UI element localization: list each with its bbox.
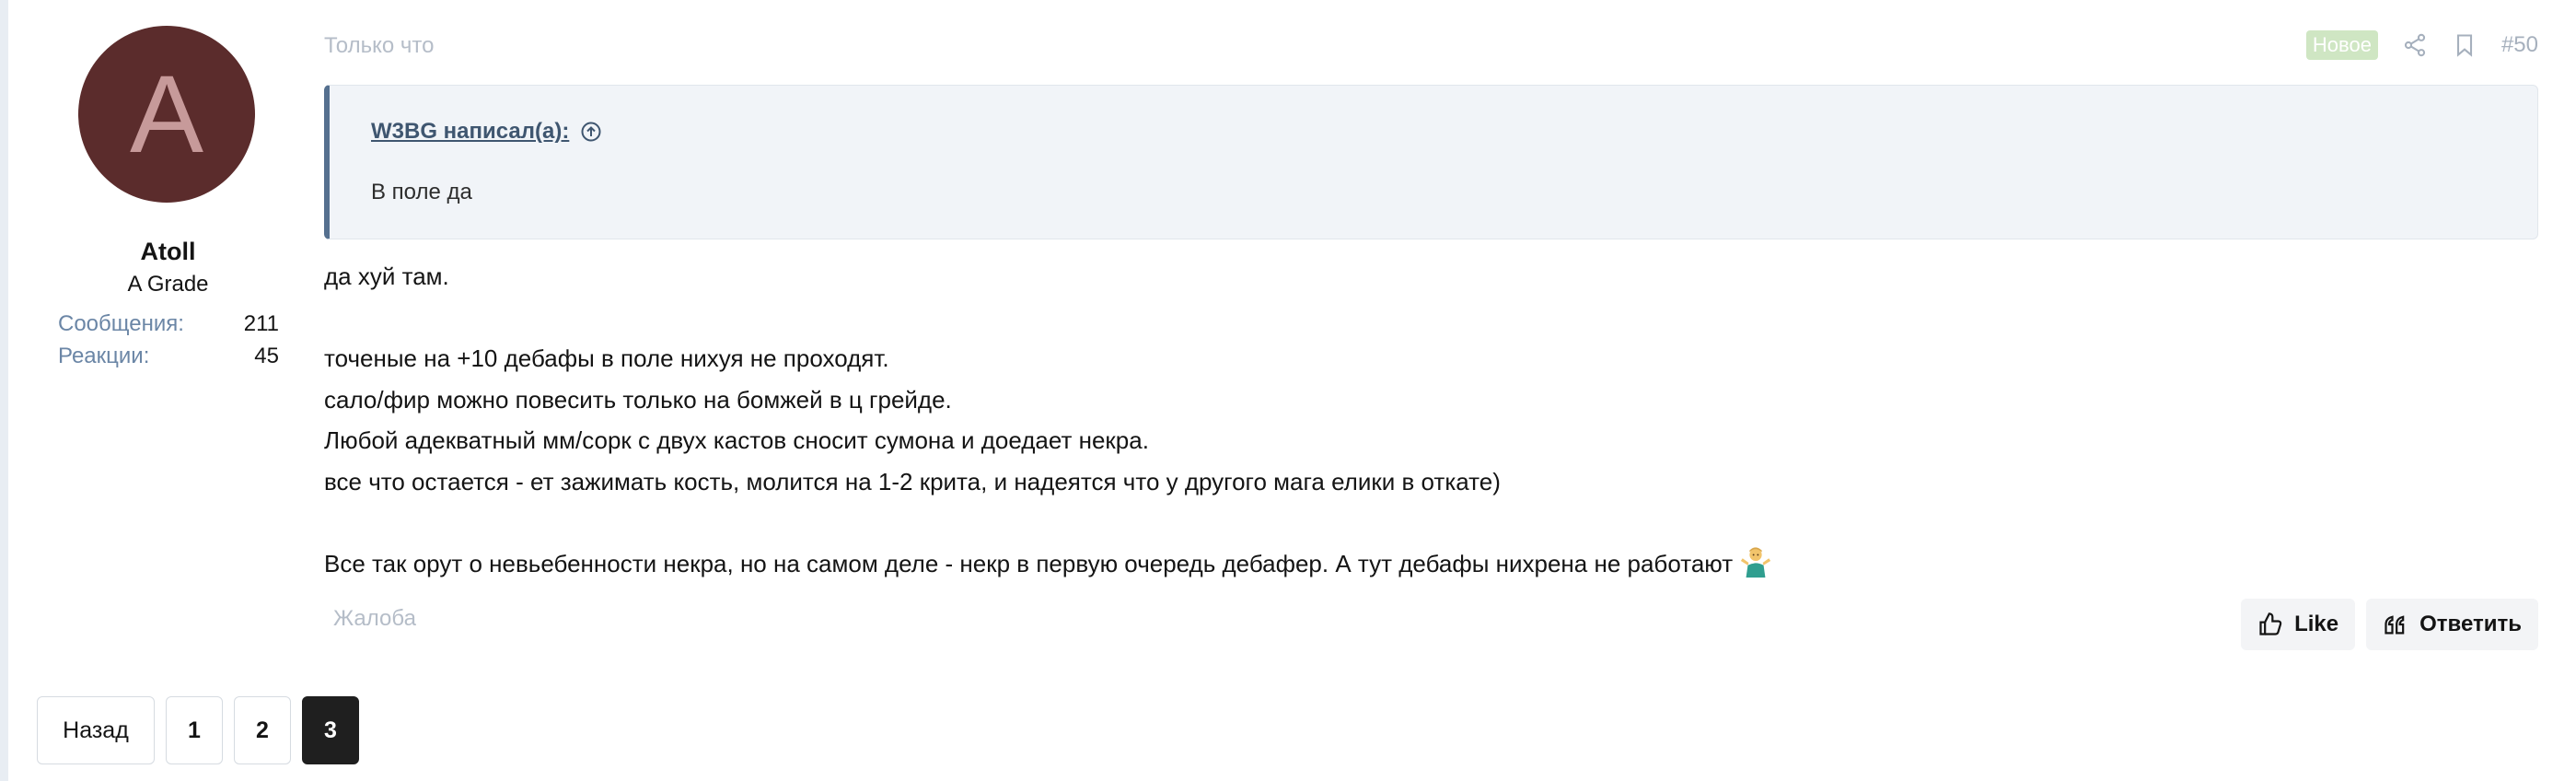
- post-line: сало/фир можно повесить только на бомжей…: [324, 385, 952, 414]
- post-line: [324, 502, 2538, 543]
- post-line-last: Все так орут о невьебенности некра, но н…: [324, 543, 2538, 585]
- stat-value: 211: [243, 311, 279, 336]
- post-line: да хуй там.: [324, 262, 449, 290]
- new-badge: Новое: [2305, 30, 2378, 60]
- report-link[interactable]: Жалоба: [333, 606, 416, 632]
- post-tools: Новое #50: [2305, 30, 2538, 60]
- post-line: все что остается - ет зажимать кость, мо…: [324, 467, 1501, 495]
- user-title: A Grade: [127, 272, 209, 297]
- username[interactable]: Atoll: [37, 238, 299, 266]
- quote-block: W3BG написал(а): В поле да: [324, 85, 2538, 239]
- reply-label: Ответить: [2419, 612, 2522, 636]
- prev-page-button[interactable]: Назад: [37, 696, 155, 764]
- post-line: точеные на +10 дебафы в поле нихуя не пр…: [324, 344, 889, 372]
- avatar-letter: A: [129, 52, 204, 176]
- bookmark-icon[interactable]: [2452, 32, 2477, 58]
- page-button-1[interactable]: 1: [166, 696, 223, 764]
- stat-reactions: Реакции: 45: [58, 344, 279, 369]
- quote-author-text: W3BG написал(а):: [371, 119, 570, 144]
- post-body: да хуй там. точеные на +10 дебафы в поле…: [324, 256, 2538, 584]
- page-button-3-current[interactable]: 3: [302, 696, 359, 764]
- post-line: Любой адекватный мм/сорк с двух кастов с…: [324, 426, 1149, 454]
- stat-value: 45: [254, 344, 279, 368]
- share-icon[interactable]: [2402, 32, 2428, 58]
- stat-label: Сообщения:: [58, 311, 184, 336]
- avatar[interactable]: A: [78, 26, 255, 203]
- post-time[interactable]: Только что: [324, 33, 434, 59]
- reply-button[interactable]: Ответить: [2366, 599, 2538, 650]
- post-line-text: Все так орут о невьебенности некра, но н…: [324, 549, 1734, 577]
- stat-label: Реакции:: [58, 344, 150, 368]
- arrow-up-circle-icon[interactable]: [580, 121, 602, 143]
- like-label: Like: [2294, 612, 2339, 636]
- page-button-2[interactable]: 2: [234, 696, 291, 764]
- person-shrugging-emoji-icon: [1738, 544, 1773, 579]
- like-button[interactable]: Like: [2241, 599, 2356, 650]
- pagination: Назад 1 2 3: [37, 696, 359, 764]
- quote-author-link[interactable]: W3BG написал(а):: [371, 119, 602, 145]
- quote-reply-icon: [2385, 615, 2405, 635]
- quote-text: В поле да: [371, 180, 472, 204]
- left-border-strip: [0, 0, 8, 781]
- post-actions: Like Ответить: [2241, 599, 2538, 650]
- post-number[interactable]: #50: [2501, 32, 2538, 58]
- post-line: [324, 297, 2538, 339]
- stat-messages: Сообщения: 211: [58, 311, 279, 337]
- forum-post-page: A Atoll A Grade Сообщения: 211 Реакции: …: [0, 0, 2576, 781]
- thumbs-up-icon: [2259, 612, 2282, 635]
